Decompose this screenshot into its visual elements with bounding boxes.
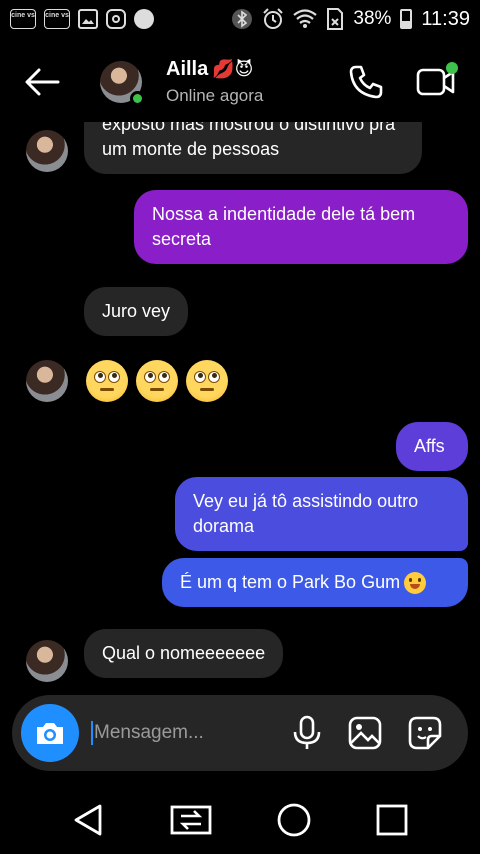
camera-icon — [37, 723, 63, 744]
video-call-button[interactable] — [416, 62, 458, 100]
message-text: É um q tem o Park Bo Gum — [180, 572, 401, 592]
nav-recents-icon[interactable] — [375, 803, 409, 837]
message-text: Nossa a indentidade dele tá bem secreta — [152, 204, 416, 249]
cine-vs-app-icon: cine vs — [10, 9, 36, 29]
contact-status: Online agora — [166, 86, 264, 105]
eye-roll-emoji-icon — [186, 360, 228, 402]
contact-name-emojis: 💋😈 — [212, 59, 254, 79]
smiling-emoji-icon — [404, 572, 427, 595]
microphone-icon[interactable] — [292, 715, 322, 751]
message-text: Affs — [414, 436, 445, 456]
message-list[interactable]: exposto mas mostrou o distintivo pra um … — [0, 122, 480, 690]
received-message[interactable]: exposto mas mostrou o distintivo pra um … — [84, 122, 422, 174]
message-text: Vey eu já tô assistindo outro dorama — [193, 491, 419, 536]
message-composer: Mensagem... — [12, 695, 468, 771]
status-bar: cine vs cine vs 38% 11:39 — [0, 0, 480, 38]
alarm-icon — [263, 8, 284, 29]
received-message[interactable]: Juro vey — [84, 287, 189, 336]
sender-avatar[interactable] — [26, 360, 68, 402]
wifi-icon — [293, 9, 318, 28]
phone-call-icon[interactable] — [348, 64, 384, 100]
gallery-icon[interactable] — [348, 716, 382, 750]
sent-message[interactable]: Vey eu já tô assistindo outro dorama — [175, 477, 468, 551]
contact-avatar[interactable] — [100, 61, 145, 106]
back-button[interactable] — [0, 44, 84, 120]
sent-message[interactable]: Affs — [396, 422, 468, 471]
sender-avatar[interactable] — [26, 640, 68, 682]
video-active-dot — [446, 62, 458, 74]
battery-percentage: 38% — [353, 8, 392, 29]
received-message[interactable]: Qual o nomeeeeeee — [84, 629, 284, 678]
image-icon — [78, 9, 98, 29]
nav-switch-app-icon[interactable] — [169, 804, 213, 836]
bluetooth-icon — [232, 9, 253, 29]
contact-info[interactable]: Ailla 💋😈 Online agora — [166, 58, 263, 106]
message-text: Qual o nomeeeeeee — [102, 643, 266, 663]
sticker-icon[interactable] — [408, 716, 442, 750]
message-text: Juro vey — [102, 301, 171, 321]
eye-roll-emoji-icon — [86, 360, 128, 402]
system-nav-bar — [0, 785, 480, 854]
battery-icon — [400, 9, 413, 29]
cine-vs-app-icon-2: cine vs — [44, 9, 70, 29]
sent-message[interactable]: Nossa a indentidade dele tá bem secreta — [134, 190, 468, 264]
back-arrow-icon — [25, 68, 60, 96]
clock: 11:39 — [421, 7, 470, 30]
no-sim-icon — [327, 8, 344, 30]
online-indicator — [130, 91, 145, 106]
instagram-icon — [106, 9, 126, 29]
nav-home-icon[interactable] — [276, 802, 312, 838]
sent-message[interactable]: É um q tem o Park Bo Gum — [162, 558, 468, 607]
text-cursor — [91, 721, 93, 745]
chat-header: Ailla 💋😈 Online agora — [0, 44, 480, 120]
emoji-message[interactable] — [86, 360, 228, 402]
message-placeholder: Mensagem... — [94, 722, 204, 743]
sender-avatar[interactable] — [26, 130, 68, 172]
camera-button[interactable] — [21, 704, 79, 762]
notification-icon — [134, 9, 154, 29]
message-text: exposto mas mostrou o distintivo pra um … — [102, 122, 396, 159]
message-input[interactable]: Mensagem... — [91, 721, 292, 745]
contact-name: Ailla — [166, 58, 209, 80]
eye-roll-emoji-icon — [136, 360, 178, 402]
nav-back-icon[interactable] — [72, 803, 106, 837]
